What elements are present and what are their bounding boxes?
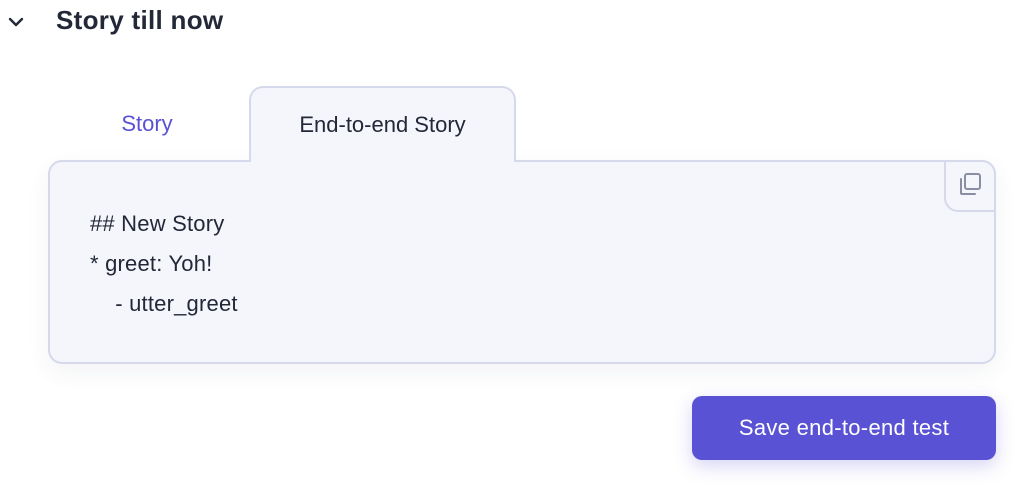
tab-story[interactable]: Story [68, 86, 226, 162]
chevron-down-icon[interactable] [6, 12, 26, 32]
story-code-panel: ## New Story * greet: Yoh! - utter_greet [48, 160, 996, 364]
story-page: Story till now Story End-to-end Story ##… [0, 0, 1020, 484]
story-tabs: Story End-to-end Story [48, 86, 528, 162]
code-line: * greet: Yoh! [90, 251, 213, 276]
copy-button[interactable] [944, 160, 996, 212]
save-end-to-end-test-button[interactable]: Save end-to-end test [692, 396, 996, 460]
code-line: - utter_greet [90, 291, 238, 316]
tab-end-to-end-story[interactable]: End-to-end Story [249, 86, 516, 162]
story-code: ## New Story * greet: Yoh! - utter_greet [90, 204, 238, 324]
code-line: ## New Story [90, 211, 225, 236]
section-title: Story till now [56, 5, 224, 35]
copy-icon[interactable] [957, 171, 983, 202]
active-tab-connector [251, 156, 514, 164]
